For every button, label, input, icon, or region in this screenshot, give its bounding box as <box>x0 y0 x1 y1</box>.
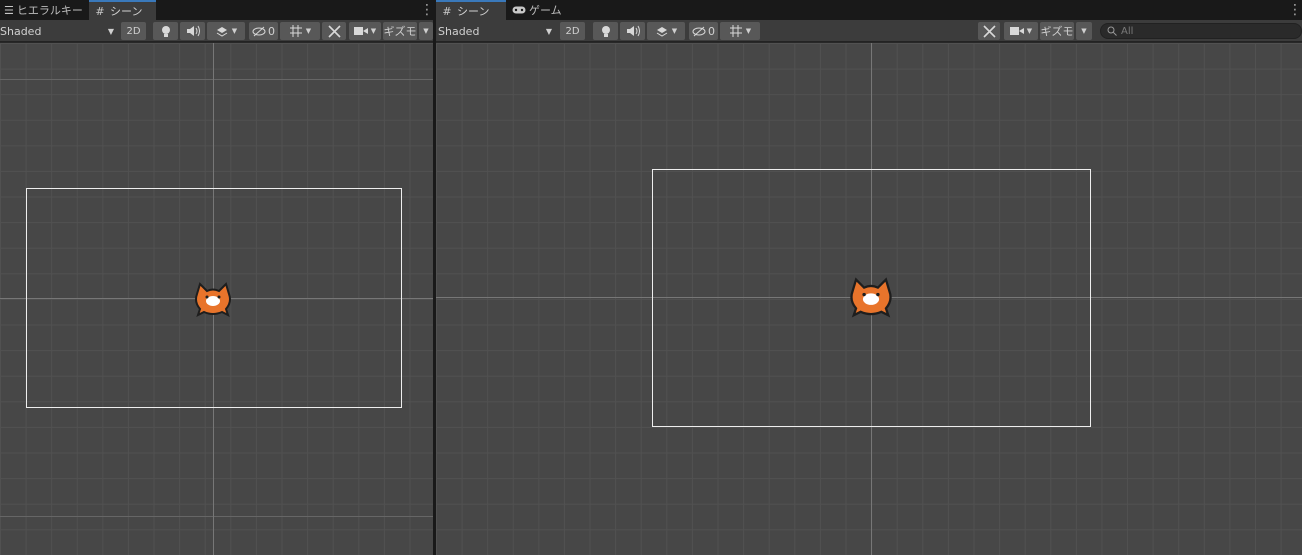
chevron-down-icon: ▼ <box>1026 27 1033 35</box>
toggle-2d-button[interactable]: 2D <box>121 22 146 40</box>
tab-scene[interactable]: # シーン <box>436 0 506 20</box>
lighting-toggle-button[interactable] <box>153 22 178 40</box>
chevron-down-icon: ▼ <box>423 27 429 35</box>
effects-dropdown-button[interactable]: ▼ <box>647 22 685 40</box>
gizmos-label: ギズモ <box>1040 25 1074 38</box>
scene-view-viewport[interactable] <box>0 43 433 555</box>
lighting-toggle-button[interactable] <box>593 22 618 40</box>
camera-icon <box>353 27 368 35</box>
left-tab-bar: ☰ ヒエラルキー # シーン ⋮ <box>0 0 433 20</box>
tab-scene-label: シーン <box>457 5 490 18</box>
tools-icon <box>982 24 996 38</box>
scene-grid-icon: # <box>95 4 105 18</box>
cat-sprite[interactable] <box>848 277 894 319</box>
scene-grid-icon: # <box>442 4 452 18</box>
hierarchy-list-icon: ☰ <box>4 3 14 17</box>
panel-menu-icon[interactable]: ⋮ <box>420 2 433 18</box>
search-input[interactable] <box>1121 25 1291 37</box>
right-scene-panel: # シーン ゲーム ⋮ Shaded ▼ 2D ▼ 0 ▼ ▼ ギズモ ▼ Al… <box>436 0 1302 555</box>
tab-hierarchy[interactable]: ☰ ヒエラルキー <box>0 0 88 20</box>
hidden-objects-toggle[interactable]: 0 <box>249 22 278 40</box>
chevron-down-icon: ▼ <box>231 27 238 35</box>
grid-snap-dropdown[interactable]: ▼ <box>720 22 760 40</box>
chevron-down-icon: ▼ <box>370 27 377 35</box>
eye-hidden-icon <box>252 26 266 36</box>
lightbulb-icon <box>161 25 170 37</box>
gizmos-button[interactable]: ギズモ <box>383 22 417 40</box>
grid-snap-icon <box>729 25 742 37</box>
layers-effects-icon <box>216 27 228 37</box>
shading-mode-value: Shaded <box>438 24 480 38</box>
shading-mode-dropdown[interactable]: Shaded ▼ <box>438 22 552 40</box>
toggle-2d-label: 2D <box>126 25 141 37</box>
search-icon <box>1107 26 1117 36</box>
effects-dropdown-button[interactable]: ▼ <box>207 22 245 40</box>
search-field[interactable] <box>1100 23 1302 39</box>
grid-snap-icon <box>289 25 302 37</box>
speaker-icon <box>186 25 200 37</box>
gizmos-button[interactable]: ギズモ <box>1040 22 1074 40</box>
camera-dropdown-button[interactable]: ▼ <box>349 22 381 40</box>
audio-toggle-button[interactable] <box>180 22 205 40</box>
chevron-down-icon: ▼ <box>745 27 752 35</box>
scene-view-viewport[interactable] <box>436 43 1302 555</box>
grid-major-line <box>0 516 433 517</box>
cat-sprite[interactable] <box>193 282 233 318</box>
lightbulb-icon <box>601 25 610 37</box>
gizmos-dropdown-button[interactable]: ▼ <box>419 22 433 40</box>
right-tab-bar: # シーン ゲーム ⋮ <box>436 0 1302 20</box>
scene-toolbar: Shaded ▼ 2D ▼ 0 ▼ ▼ <box>0 20 433 42</box>
chevron-down-icon: ▼ <box>1081 27 1087 35</box>
gamepad-icon <box>512 3 526 17</box>
camera-dropdown-button[interactable]: ▼ <box>1004 22 1038 40</box>
grid-major-line <box>0 79 433 80</box>
chevron-down-icon: ▼ <box>545 26 552 36</box>
layers-effects-icon <box>656 27 668 37</box>
tools-icon <box>327 24 341 38</box>
tab-hierarchy-label: ヒエラルキー <box>16 4 83 17</box>
toggle-2d-button[interactable]: 2D <box>560 22 585 40</box>
panel-menu-icon[interactable]: ⋮ <box>1288 2 1302 18</box>
tab-scene-label: シーン <box>110 5 143 18</box>
chevron-down-icon: ▼ <box>305 27 312 35</box>
gizmos-dropdown-button[interactable]: ▼ <box>1076 22 1092 40</box>
chevron-down-icon: ▼ <box>107 26 114 36</box>
gizmos-label: ギズモ <box>383 25 417 38</box>
shading-mode-dropdown[interactable]: Shaded ▼ <box>0 22 114 40</box>
tools-button[interactable] <box>978 22 1000 40</box>
tools-button[interactable] <box>322 22 346 40</box>
shading-mode-value: Shaded <box>0 24 42 38</box>
tab-scene[interactable]: # シーン <box>89 0 156 20</box>
tab-game[interactable]: ゲーム <box>508 0 576 20</box>
left-scene-panel: ☰ ヒエラルキー # シーン ⋮ Shaded ▼ 2D ▼ 0 ▼ ▼ ギズモ… <box>0 0 433 555</box>
hidden-objects-toggle[interactable]: 0 <box>689 22 718 40</box>
toggle-2d-label: 2D <box>565 25 580 37</box>
eye-hidden-icon <box>692 26 706 36</box>
scene-toolbar: Shaded ▼ 2D ▼ 0 ▼ ▼ <box>436 20 1302 42</box>
speaker-icon <box>626 25 640 37</box>
hidden-count: 0 <box>708 24 715 38</box>
chevron-down-icon: ▼ <box>671 27 678 35</box>
camera-icon <box>1009 27 1024 35</box>
audio-toggle-button[interactable] <box>620 22 645 40</box>
hidden-count: 0 <box>268 24 275 38</box>
tab-game-label: ゲーム <box>529 4 562 17</box>
grid-snap-dropdown[interactable]: ▼ <box>280 22 320 40</box>
